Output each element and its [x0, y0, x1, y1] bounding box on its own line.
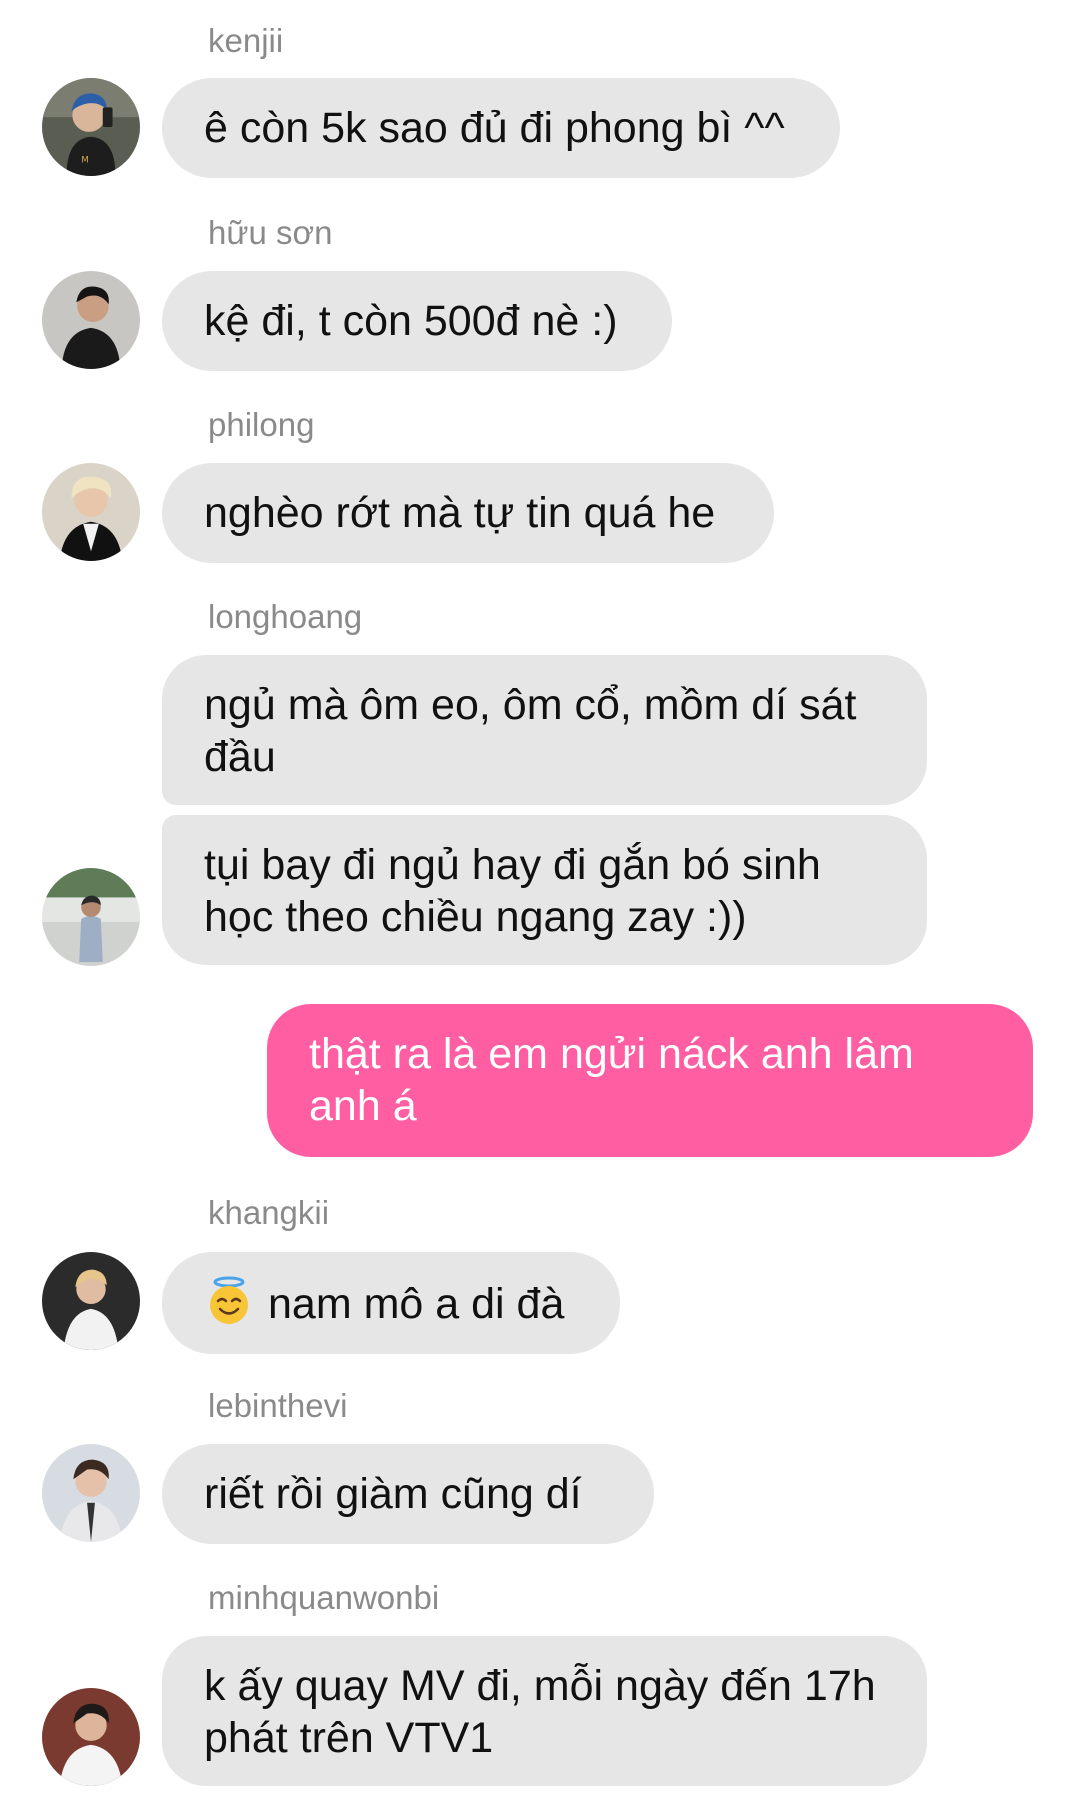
avatar-huu-son[interactable]	[42, 271, 140, 369]
smiling-face-with-halo-icon	[204, 1276, 254, 1326]
sender-name: khangkii	[208, 1194, 330, 1231]
avatar-minhquanwonbi[interactable]	[42, 1688, 140, 1786]
message-text: kệ đi, t còn 500đ nè :)	[204, 297, 618, 345]
sender-name: lebinthevi	[208, 1387, 348, 1424]
message-text: k ấy quay MV đi, mỗi ngày đến 17h phát t…	[204, 1662, 876, 1762]
message-text: ngủ mà ôm eo, ôm cổ, mồm dí sát đầu	[204, 681, 857, 781]
own-message-bubble[interactable]: thật ra là em ngửi náck anh lâm anh á	[267, 1004, 1033, 1157]
avatar-lebinthevi[interactable]	[42, 1444, 140, 1542]
svg-text:M: M	[81, 155, 89, 165]
sender-name: hữu sơn	[208, 214, 333, 251]
message-text: ê còn 5k sao đủ đi phong bì ^^	[204, 104, 785, 152]
message-text: nam mô a di đà	[268, 1280, 565, 1328]
message-bubble[interactable]: riết rồi giàm cũng dí	[162, 1444, 654, 1544]
message-bubble[interactable]: nghèo rớt mà tự tin quá he	[162, 463, 774, 563]
message-bubble[interactable]: ngủ mà ôm eo, ôm cổ, mồm dí sát đầu	[162, 655, 927, 805]
avatar-longhoang[interactable]	[42, 868, 140, 966]
message-bubble[interactable]: k ấy quay MV đi, mỗi ngày đến 17h phát t…	[162, 1636, 927, 1786]
message-text: riết rồi giàm cũng dí	[204, 1470, 582, 1518]
avatar-philong[interactable]	[42, 463, 140, 561]
sender-name: kenjii	[208, 22, 284, 59]
message-text: tụi bay đi ngủ hay đi gắn bó sinh học th…	[204, 841, 821, 941]
avatar-khangkii[interactable]	[42, 1252, 140, 1350]
sender-name: minhquanwonbi	[208, 1579, 440, 1616]
message-bubble[interactable]: nam mô a di đà	[162, 1252, 620, 1354]
message-bubble[interactable]: ê còn 5k sao đủ đi phong bì ^^	[162, 78, 840, 178]
message-text: nghèo rớt mà tự tin quá he	[204, 489, 716, 537]
message-bubble[interactable]: tụi bay đi ngủ hay đi gắn bó sinh học th…	[162, 815, 927, 965]
sender-name: philong	[208, 406, 315, 443]
sender-name: longhoang	[208, 598, 363, 635]
message-bubble[interactable]: kệ đi, t còn 500đ nè :)	[162, 271, 672, 371]
message-text: thật ra là em ngửi náck anh lâm anh á	[309, 1030, 914, 1130]
avatar-kenjii[interactable]: M	[42, 78, 140, 176]
